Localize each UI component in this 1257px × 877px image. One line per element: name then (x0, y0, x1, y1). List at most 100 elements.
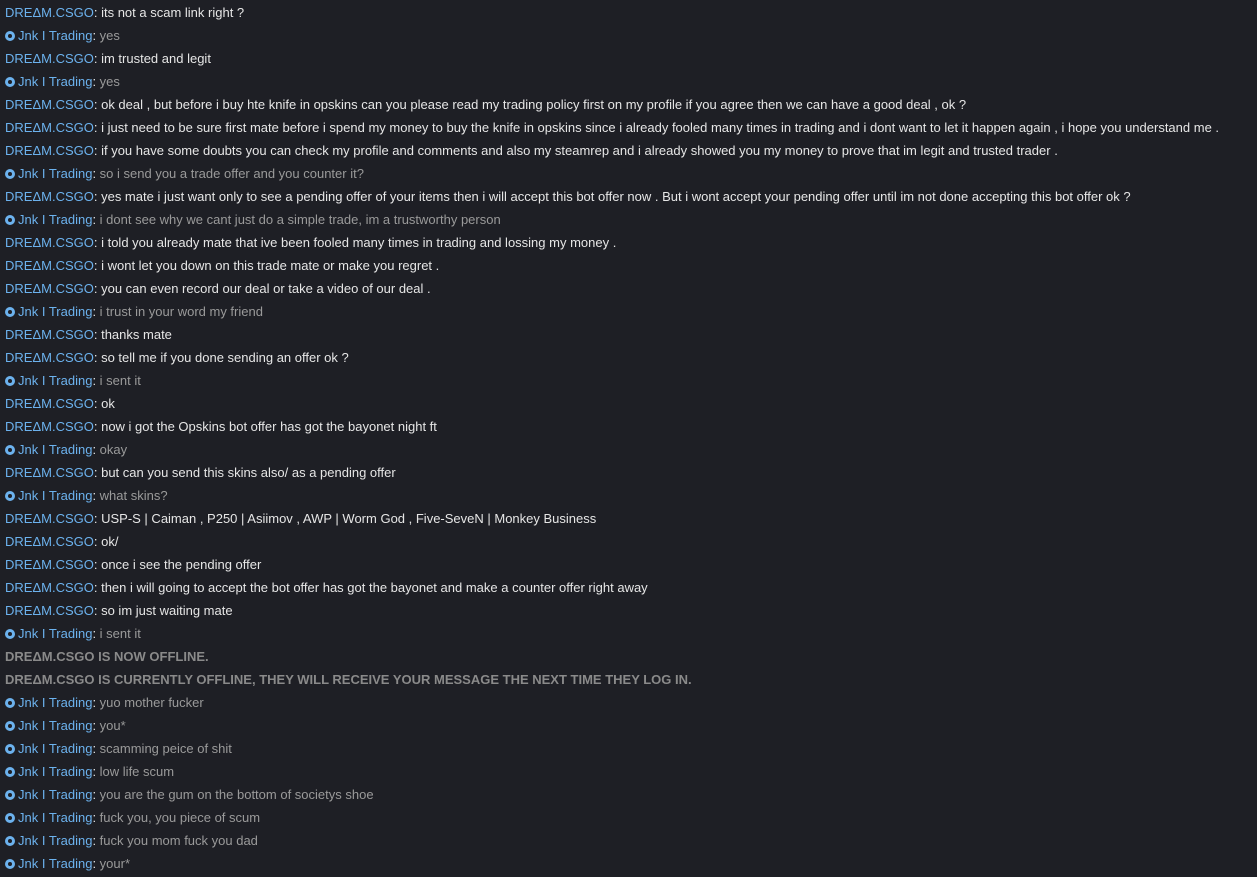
chat-message: Jnk I Trading: your* (0, 852, 1257, 875)
sender-name[interactable]: DREΔM.CSGO (5, 350, 94, 365)
message-text: so tell me if you done sending an offer … (101, 350, 349, 365)
system-message: DREΔM.CSGO IS CURRENTLY OFFLINE, THEY WI… (0, 668, 1257, 691)
sender-separator: : (92, 442, 100, 457)
sender-separator: : (92, 74, 100, 89)
friend-badge-icon (5, 859, 15, 869)
sender-name[interactable]: DREΔM.CSGO (5, 120, 94, 135)
message-text: ok (101, 396, 115, 411)
sender-name[interactable]: DREΔM.CSGO (5, 97, 94, 112)
message-text: you are the gum on the bottom of society… (99, 787, 374, 802)
sender-separator: : (93, 396, 102, 411)
sender-name[interactable]: DREΔM.CSGO (5, 5, 94, 20)
sender-name[interactable]: Jnk I Trading (18, 626, 92, 641)
sender-separator: : (93, 534, 102, 549)
sender-separator: : (93, 97, 102, 112)
chat-message: DREΔM.CSGO: if you have some doubts you … (0, 139, 1257, 162)
chat-log: DREΔM.CSGO: its not a scam link right ? J… (0, 0, 1257, 877)
sender-name[interactable]: Jnk I Trading (18, 74, 92, 89)
sender-name[interactable]: Jnk I Trading (18, 212, 92, 227)
chat-message: Jnk I Trading: scamming peice of shit (0, 737, 1257, 760)
sender-name[interactable]: DREΔM.CSGO (5, 465, 94, 480)
sender-separator: : (93, 419, 102, 434)
message-text: fuck you mom fuck you dad (99, 833, 258, 848)
sender-separator: : (92, 488, 100, 503)
sender-name[interactable]: DREΔM.CSGO (5, 603, 94, 618)
chat-message: DREΔM.CSGO: ok deal , but before i buy h… (0, 93, 1257, 116)
message-text: ok deal , but before i buy hte knife in … (101, 97, 967, 112)
chat-message: DREΔM.CSGO: you can even record our deal… (0, 277, 1257, 300)
message-text: if you have some doubts you can check my… (101, 143, 1058, 158)
sender-name[interactable]: Jnk I Trading (18, 856, 92, 871)
sender-name[interactable]: Jnk I Trading (18, 28, 92, 43)
sender-name[interactable]: DREΔM.CSGO (5, 511, 94, 526)
sender-name[interactable]: DREΔM.CSGO (5, 281, 94, 296)
chat-message: DREΔM.CSGO: then i will going to accept … (0, 576, 1257, 599)
friend-badge-icon (5, 491, 15, 501)
sender-name[interactable]: Jnk I Trading (18, 764, 92, 779)
sender-name[interactable]: Jnk I Trading (18, 166, 92, 181)
sender-name[interactable]: Jnk I Trading (18, 810, 92, 825)
chat-message: Jnk I Trading: low life scum (0, 760, 1257, 783)
sender-name[interactable]: Jnk I Trading (18, 304, 92, 319)
sender-name[interactable]: DREΔM.CSGO (5, 580, 94, 595)
message-text: but can you send this skins also/ as a p… (101, 465, 396, 480)
chat-message: Jnk I Trading: fuck you, you piece of sc… (0, 806, 1257, 829)
chat-message: DREΔM.CSGO: but can you send this skins … (0, 461, 1257, 484)
sender-separator: : (93, 189, 102, 204)
sender-separator: : (92, 810, 100, 825)
sender-name[interactable]: Jnk I Trading (18, 442, 92, 457)
friend-badge-icon (5, 77, 15, 87)
sender-separator: : (92, 212, 100, 227)
sender-name[interactable]: DREΔM.CSGO (5, 51, 94, 66)
message-text: im trusted and legit (101, 51, 211, 66)
message-text: i trust in your word my friend (99, 304, 263, 319)
sender-separator: : (93, 511, 102, 526)
sender-separator: : (92, 373, 100, 388)
chat-message: DREΔM.CSGO: once i see the pending offer (0, 553, 1257, 576)
chat-message: Jnk I Trading: i dont see why we cant ju… (0, 208, 1257, 231)
sender-name[interactable]: DREΔM.CSGO (5, 534, 94, 549)
sender-separator: : (93, 557, 102, 572)
friend-badge-icon (5, 767, 15, 777)
friend-badge-icon (5, 31, 15, 41)
message-text: your* (99, 856, 131, 871)
sender-name[interactable]: Jnk I Trading (18, 741, 92, 756)
message-text: i sent it (99, 626, 141, 641)
sender-name[interactable]: DREΔM.CSGO (5, 189, 94, 204)
message-text: ok/ (101, 534, 119, 549)
chat-message: DREΔM.CSGO: i just need to be sure first… (0, 116, 1257, 139)
sender-separator: : (93, 51, 102, 66)
friend-badge-icon (5, 376, 15, 386)
chat-message: Jnk I Trading: yes (0, 24, 1257, 47)
friend-badge-icon (5, 813, 15, 823)
system-message: DREΔM.CSGO IS NOW OFFLINE. (0, 645, 1257, 668)
sender-name[interactable]: Jnk I Trading (18, 787, 92, 802)
chat-message: Jnk I Trading: okay (0, 438, 1257, 461)
sender-separator: : (92, 695, 100, 710)
friend-badge-icon (5, 445, 15, 455)
sender-name[interactable]: DREΔM.CSGO (5, 258, 94, 273)
sender-name[interactable]: Jnk I Trading (18, 373, 92, 388)
sender-separator: : (92, 718, 100, 733)
sender-name[interactable]: DREΔM.CSGO (5, 235, 94, 250)
sender-name[interactable]: DREΔM.CSGO (5, 557, 94, 572)
chat-message: Jnk I Trading: you* (0, 714, 1257, 737)
message-text: yuo mother fucker (99, 695, 204, 710)
sender-name[interactable]: Jnk I Trading (18, 695, 92, 710)
sender-name[interactable]: DREΔM.CSGO (5, 327, 94, 342)
sender-name[interactable]: Jnk I Trading (18, 488, 92, 503)
chat-message: Jnk I Trading: you are the gum on the bo… (0, 783, 1257, 806)
sender-separator: : (93, 580, 102, 595)
sender-separator: : (92, 166, 100, 181)
message-text: yes (99, 28, 120, 43)
message-text: i sent it (99, 373, 141, 388)
chat-message: DREΔM.CSGO: im trusted and legit (0, 47, 1257, 70)
chat-message: Jnk I Trading: yuo mother fucker (0, 691, 1257, 714)
friend-badge-icon (5, 790, 15, 800)
sender-name[interactable]: Jnk I Trading (18, 833, 92, 848)
sender-name[interactable]: DREΔM.CSGO (5, 143, 94, 158)
sender-name[interactable]: DREΔM.CSGO (5, 419, 94, 434)
chat-message: DREΔM.CSGO: i told you already mate that… (0, 231, 1257, 254)
sender-name[interactable]: Jnk I Trading (18, 718, 92, 733)
sender-name[interactable]: DREΔM.CSGO (5, 396, 94, 411)
